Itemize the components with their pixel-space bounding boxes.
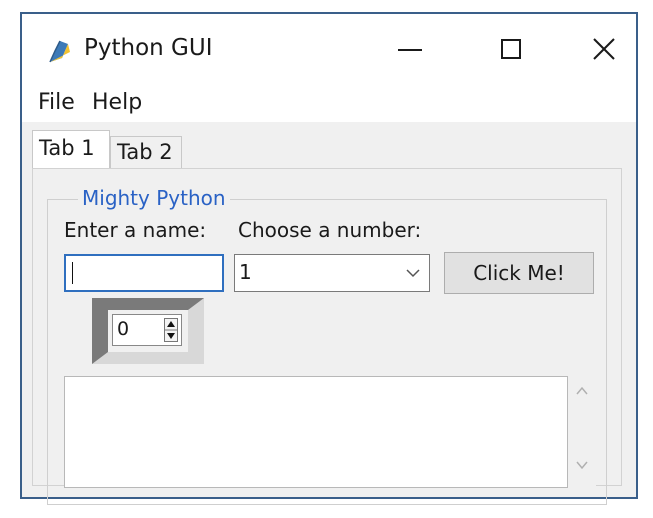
maximize-icon[interactable] xyxy=(480,24,540,74)
scrolled-text-area[interactable] xyxy=(64,376,568,488)
minimize-icon[interactable] xyxy=(378,24,438,74)
main-window: Python GUI File Help Tab 1 Tab 2 Mighty … xyxy=(20,12,638,505)
close-icon[interactable] xyxy=(574,24,634,74)
tab-1-label: Tab 1 xyxy=(39,136,95,160)
tab-2-label: Tab 2 xyxy=(117,140,173,164)
text-caret xyxy=(72,262,73,284)
vertical-scrollbar[interactable] xyxy=(568,376,596,488)
window-title: Python GUI xyxy=(84,35,213,61)
chevron-down-icon[interactable] xyxy=(576,460,588,470)
tab-1-panel: Mighty Python Enter a name: Choose a num… xyxy=(32,168,622,505)
chevron-down-icon[interactable] xyxy=(405,266,421,280)
frame-title: Mighty Python xyxy=(78,186,230,210)
tab-1[interactable]: Tab 1 xyxy=(32,130,110,170)
spinbox-value: 0 xyxy=(117,318,130,340)
python-feather-icon xyxy=(49,40,70,63)
tab-2[interactable]: Tab 2 xyxy=(110,136,182,170)
name-label: Enter a name: xyxy=(64,218,207,242)
spinbox-border: 0 xyxy=(92,298,204,364)
menu-help[interactable]: Help xyxy=(92,90,142,115)
spin-arrows-icon[interactable] xyxy=(164,318,178,342)
number-spinbox[interactable]: 0 xyxy=(112,314,182,346)
chevron-up-icon[interactable] xyxy=(576,386,588,396)
menu-file[interactable]: File xyxy=(38,90,75,115)
combobox-value: 1 xyxy=(239,260,252,284)
click-me-button[interactable]: Click Me! xyxy=(444,252,594,294)
number-label: Choose a number: xyxy=(238,218,422,242)
number-combobox[interactable]: 1 xyxy=(234,254,430,292)
tab-strip: Tab 1 Tab 2 xyxy=(22,122,636,170)
menu-bar: File Help xyxy=(22,86,636,122)
title-bar[interactable]: Python GUI xyxy=(22,14,636,86)
mighty-python-frame: Mighty Python Enter a name: Choose a num… xyxy=(47,186,607,505)
name-entry[interactable] xyxy=(64,254,224,292)
